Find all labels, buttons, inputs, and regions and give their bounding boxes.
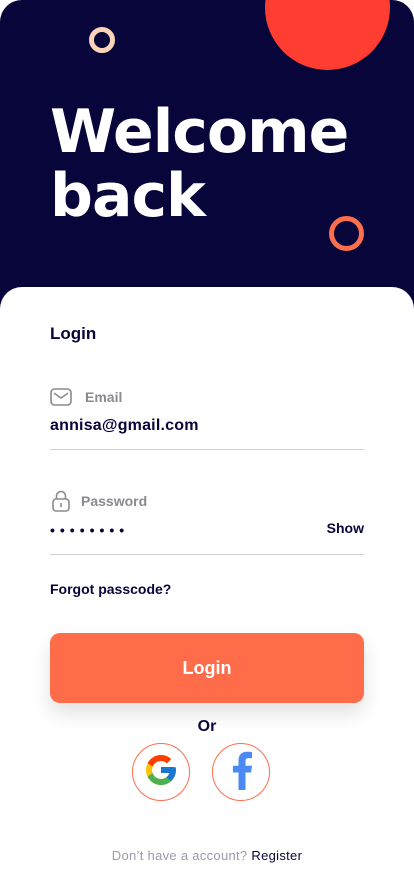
password-label: Password (81, 493, 148, 509)
hero-header: Welcome back (0, 0, 414, 320)
hero-title: Welcome back (50, 97, 349, 231)
password-label-row: Password (50, 490, 364, 512)
facebook-icon (226, 750, 256, 795)
register-link[interactable]: Register (251, 848, 302, 863)
login-card: Login Email annisa@gmail.com Password ••… (0, 287, 414, 896)
forgot-passcode-link[interactable]: Forgot passcode? (50, 581, 171, 597)
email-field[interactable]: Email annisa@gmail.com (50, 386, 364, 450)
hero-title-line2: back (50, 161, 206, 231)
google-login-button[interactable] (132, 743, 190, 801)
or-divider: Or (197, 718, 217, 735)
hero-title-line1: Welcome (50, 97, 349, 167)
show-password-toggle[interactable]: Show (327, 520, 364, 536)
mail-icon (50, 386, 72, 408)
email-label: Email (85, 389, 123, 405)
password-field[interactable]: Password •••••••• Show (50, 490, 364, 555)
register-question: Don’t have a account? (111, 848, 248, 863)
login-screen: Welcome back Login Email annisa@gmail.co… (0, 0, 414, 896)
lock-icon (50, 490, 72, 512)
login-section-title: Login (50, 324, 97, 343)
decorative-circle (265, 0, 390, 70)
decorative-ring-small (89, 27, 115, 53)
email-label-row: Email (50, 386, 364, 408)
email-input[interactable]: annisa@gmail.com (50, 417, 364, 435)
password-input[interactable]: •••••••• (50, 522, 364, 538)
login-button[interactable]: Login (50, 633, 364, 703)
google-icon (143, 752, 179, 793)
facebook-login-button[interactable] (212, 743, 270, 801)
register-prompt: Don’t have a account? Register (0, 848, 414, 863)
